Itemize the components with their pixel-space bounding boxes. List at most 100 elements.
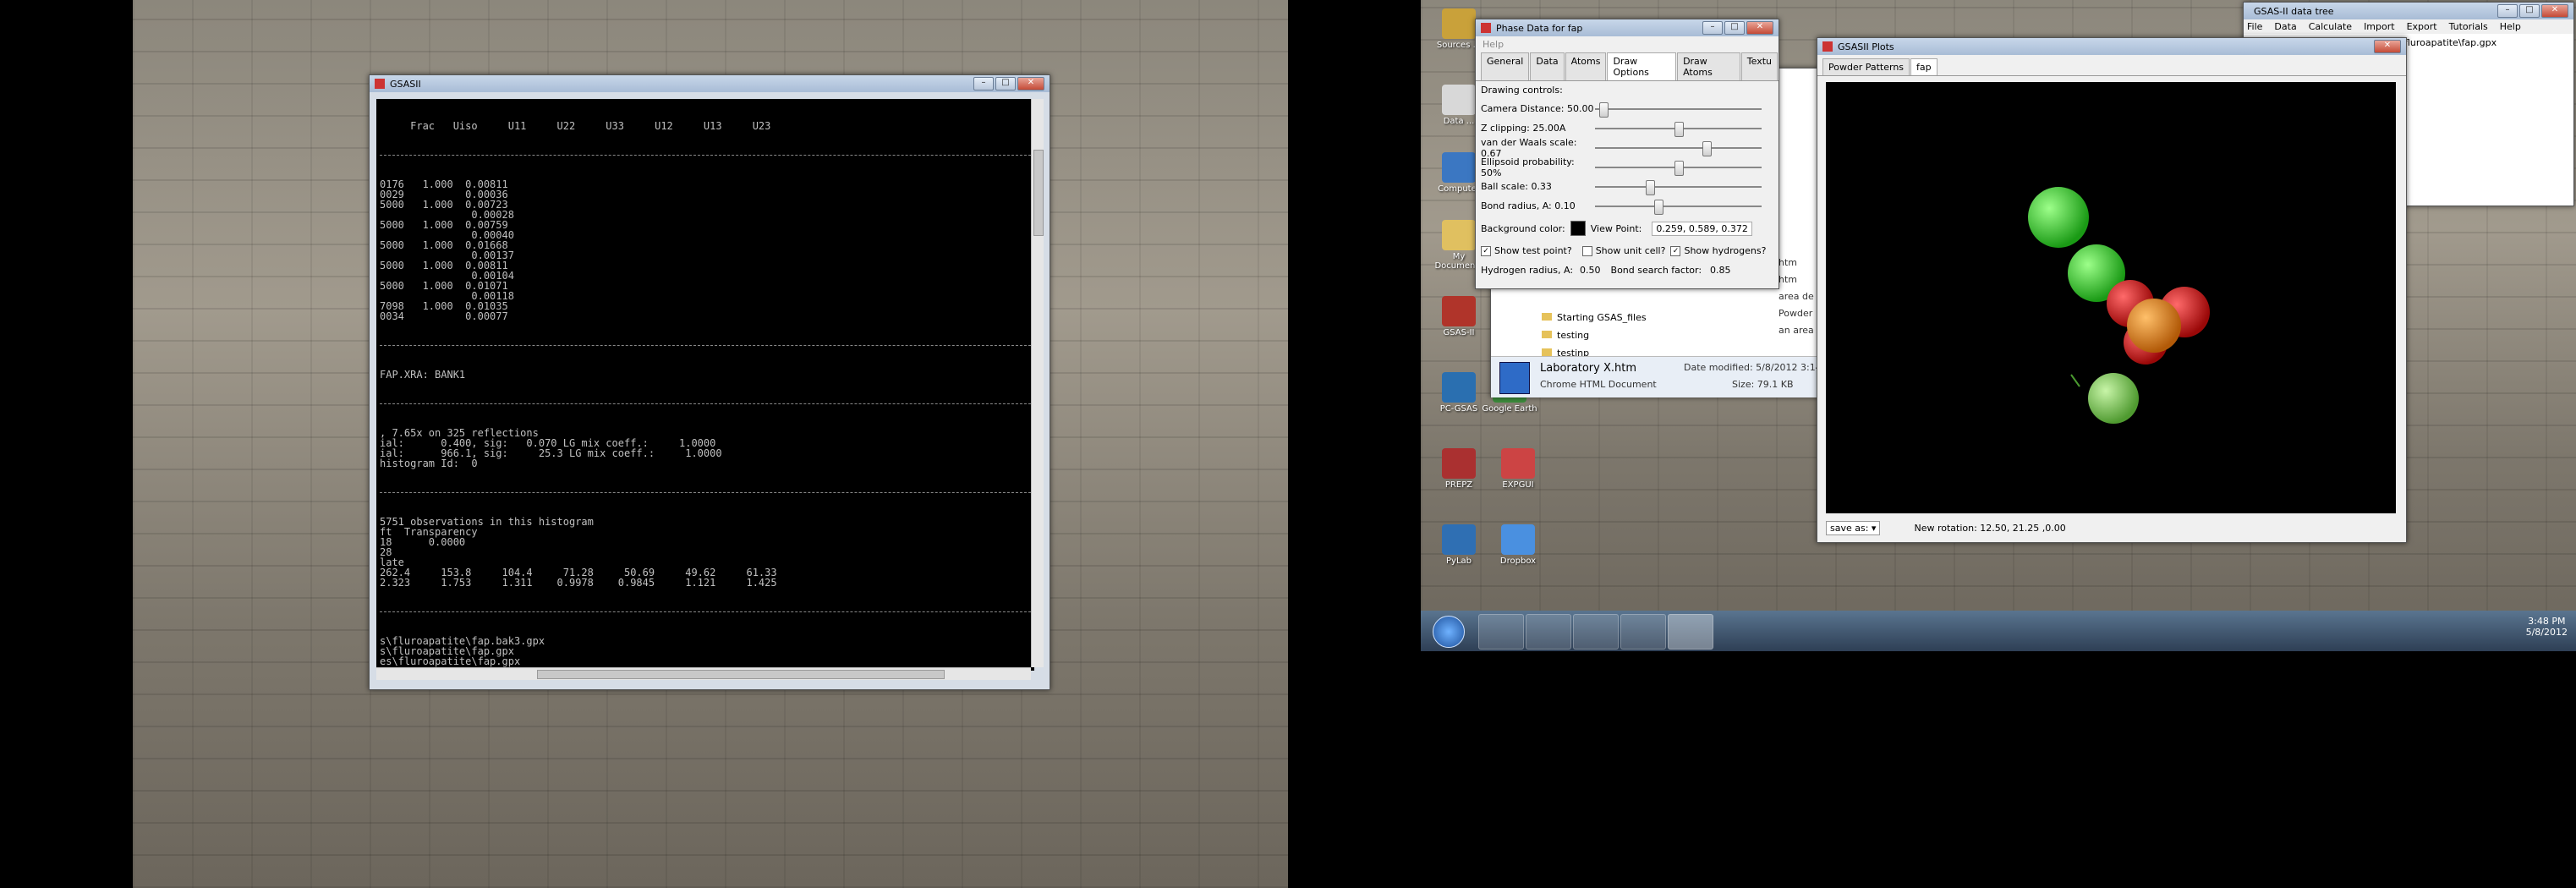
slider-thumb[interactable] xyxy=(1598,101,1609,118)
close-button[interactable]: ✕ xyxy=(1017,77,1044,90)
python-taskbar-icon[interactable] xyxy=(1668,614,1713,650)
tab-data[interactable]: Data xyxy=(1530,52,1565,80)
system-tray: 3:48 PM 5/8/2012 xyxy=(2526,616,2568,638)
folder-item[interactable]: Starting GSAS_files xyxy=(1542,309,1647,326)
slider-track[interactable] xyxy=(1595,160,1762,176)
horizontal-scrollbar[interactable] xyxy=(376,667,1031,680)
menu-item[interactable]: File xyxy=(2247,21,2262,32)
slider-track[interactable] xyxy=(1595,140,1762,156)
save-as-label: save as: xyxy=(1830,522,1869,534)
console-taskbar-icon[interactable] xyxy=(1620,614,1666,650)
phase-menubar: Help xyxy=(1476,36,1779,52)
menu-help[interactable]: Help xyxy=(1483,39,1504,50)
explorer-taskbar-icon[interactable] xyxy=(1526,614,1571,650)
slider-track[interactable] xyxy=(1595,199,1762,215)
desktop-icon[interactable]: PyLab xyxy=(1429,524,1488,566)
histogram-name: FAP.XRA: BANK1 xyxy=(380,369,466,381)
desktop-icon[interactable]: Dropbox xyxy=(1488,524,1548,566)
view-point-input[interactable]: 0.259, 0.589, 0.372 xyxy=(1652,221,1752,236)
desktop-icon-image xyxy=(1501,524,1535,555)
desktop-icon[interactable]: EXPGUI xyxy=(1488,448,1548,490)
desktop-icon-label: PREPZ xyxy=(1444,480,1473,490)
side-text: area de xyxy=(1779,291,1814,302)
slider-track[interactable] xyxy=(1595,121,1762,137)
bg-color-swatch[interactable] xyxy=(1570,221,1586,236)
slider-thumb[interactable] xyxy=(1702,140,1712,156)
console-line: histogram Id: 0 xyxy=(380,458,478,469)
maximize-button[interactable]: □ xyxy=(2519,4,2540,18)
desktop-icon[interactable]: GSAS-II xyxy=(1429,296,1488,337)
hydrogens-checkbox[interactable]: ✓ xyxy=(1670,245,1681,256)
plot-tab[interactable]: Powder Patterns xyxy=(1822,58,1910,75)
tab-atoms[interactable]: Atoms xyxy=(1565,52,1607,80)
menu-item[interactable]: Help xyxy=(2500,21,2521,32)
atom-green-1 xyxy=(2028,187,2089,248)
close-button[interactable]: ✕ xyxy=(1746,21,1773,35)
start-button[interactable] xyxy=(1433,616,1465,648)
console-line: 0034 0.00077 xyxy=(380,310,508,322)
menu-item[interactable]: Import xyxy=(2364,21,2395,32)
side-text: an area xyxy=(1779,325,1814,336)
console-titlebar[interactable]: GSASII – □ ✕ xyxy=(370,75,1050,92)
data-tree-titlebar[interactable]: GSAS-II data tree – □ ✕ xyxy=(2244,3,2573,19)
word-taskbar-icon[interactable] xyxy=(1573,614,1619,650)
bond-search-input[interactable]: 0.85 xyxy=(1710,265,1731,276)
slider-thumb[interactable] xyxy=(1674,160,1684,176)
menu-item[interactable]: Tutorials xyxy=(2449,21,2488,32)
minimize-button[interactable]: – xyxy=(2497,4,2518,18)
menu-item[interactable]: Data xyxy=(2274,21,2296,32)
slider-thumb[interactable] xyxy=(1653,199,1663,215)
folder-icon xyxy=(1542,348,1552,356)
divider xyxy=(380,155,1031,156)
menu-item[interactable]: Export xyxy=(2407,21,2437,32)
desktop-icon[interactable]: PREPZ xyxy=(1429,448,1488,490)
bond-search-label: Bond search factor: xyxy=(1610,265,1702,276)
console-block-observations: 5751 observations in this histogram ft Tr… xyxy=(380,517,1031,588)
phase-titlebar[interactable]: Phase Data for fap – □ ✕ xyxy=(1476,19,1779,36)
slider-track[interactable] xyxy=(1595,179,1762,195)
console-header: Frac Uiso U11 U22 U33 U12 U13 U23 xyxy=(380,120,771,132)
slider-thumb[interactable] xyxy=(1674,121,1684,137)
hydrogen-radius-input[interactable]: 0.50 xyxy=(1580,265,1601,276)
folder-item[interactable]: testing xyxy=(1542,326,1647,344)
close-button[interactable]: ✕ xyxy=(2374,40,2401,53)
hscroll-thumb[interactable] xyxy=(537,670,945,679)
plot-tab[interactable]: fap xyxy=(1910,58,1937,75)
side-text: htm xyxy=(1779,257,1797,268)
minimize-button[interactable]: – xyxy=(973,77,994,90)
desktop-icon-image xyxy=(1442,8,1476,39)
atom-orange xyxy=(2127,299,2181,353)
divider xyxy=(380,492,1031,493)
test-point-checkbox[interactable]: ✓ xyxy=(1481,245,1491,256)
tab-draw-options[interactable]: Draw Options xyxy=(1607,52,1677,80)
menu-item[interactable]: Calculate xyxy=(2309,21,2352,32)
vertical-scrollbar[interactable] xyxy=(1031,99,1044,667)
atom-view-canvas[interactable] xyxy=(1826,82,2396,513)
unit-cell-checkbox[interactable] xyxy=(1581,245,1592,256)
tab-draw-atoms[interactable]: Draw Atoms xyxy=(1677,52,1740,80)
plots-titlebar[interactable]: GSASII Plots ✕ xyxy=(1817,38,2406,55)
slider-thumb[interactable] xyxy=(1646,179,1655,195)
minimize-button[interactable]: – xyxy=(1702,21,1723,35)
slider-row: Z clipping: 25.00A xyxy=(1476,118,1779,138)
desktop-icon-image xyxy=(1501,448,1535,479)
tab-textu[interactable]: Textu xyxy=(1740,52,1778,80)
file-name: Laboratory X.htm xyxy=(1540,362,1636,375)
slider-row: Camera Distance: 50.00 xyxy=(1476,99,1779,118)
close-button[interactable]: ✕ xyxy=(2541,4,2568,18)
maximize-button[interactable]: □ xyxy=(1724,21,1745,35)
maximize-button[interactable]: □ xyxy=(995,77,1016,90)
ie-taskbar-icon[interactable] xyxy=(1478,614,1524,650)
phase-tabs: General Data Atoms Draw Options Draw Atoms Te… xyxy=(1476,52,1779,81)
slider-track[interactable] xyxy=(1595,101,1762,118)
save-as-dropdown[interactable]: save as: ▾ xyxy=(1826,520,1881,535)
tab-general[interactable]: General xyxy=(1481,52,1530,80)
desktop-icon-label: Google Earth xyxy=(1482,404,1537,414)
desktop-icon-image xyxy=(1442,85,1476,115)
side-text: Powder xyxy=(1779,308,1813,319)
divider xyxy=(380,403,1031,404)
desktop-icon-image xyxy=(1442,448,1476,479)
scroll-thumb[interactable] xyxy=(1033,150,1044,236)
console-line: 2.323 1.753 1.311 0.9978 0.9845 1.121 1.… xyxy=(380,577,777,589)
plots-title: GSASII Plots xyxy=(1838,41,1894,52)
